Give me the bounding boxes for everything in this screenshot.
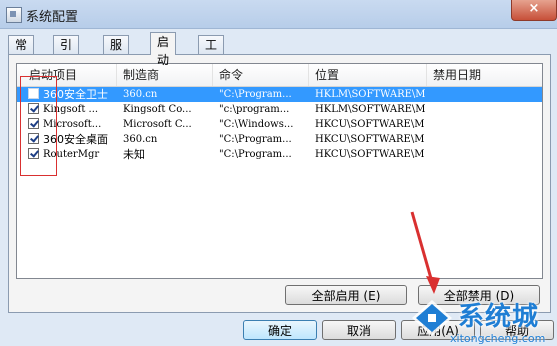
tab-startup[interactable]: 启动 [150,32,177,67]
watermark-logo: 系统城 xitongcheng.com [410,298,557,346]
watermark-logo-icon [412,300,452,336]
watermark-text: 系统城 [458,302,540,332]
watermark-url: xitongcheng.com [450,332,546,345]
annotation-arrow-icon [410,211,440,294]
